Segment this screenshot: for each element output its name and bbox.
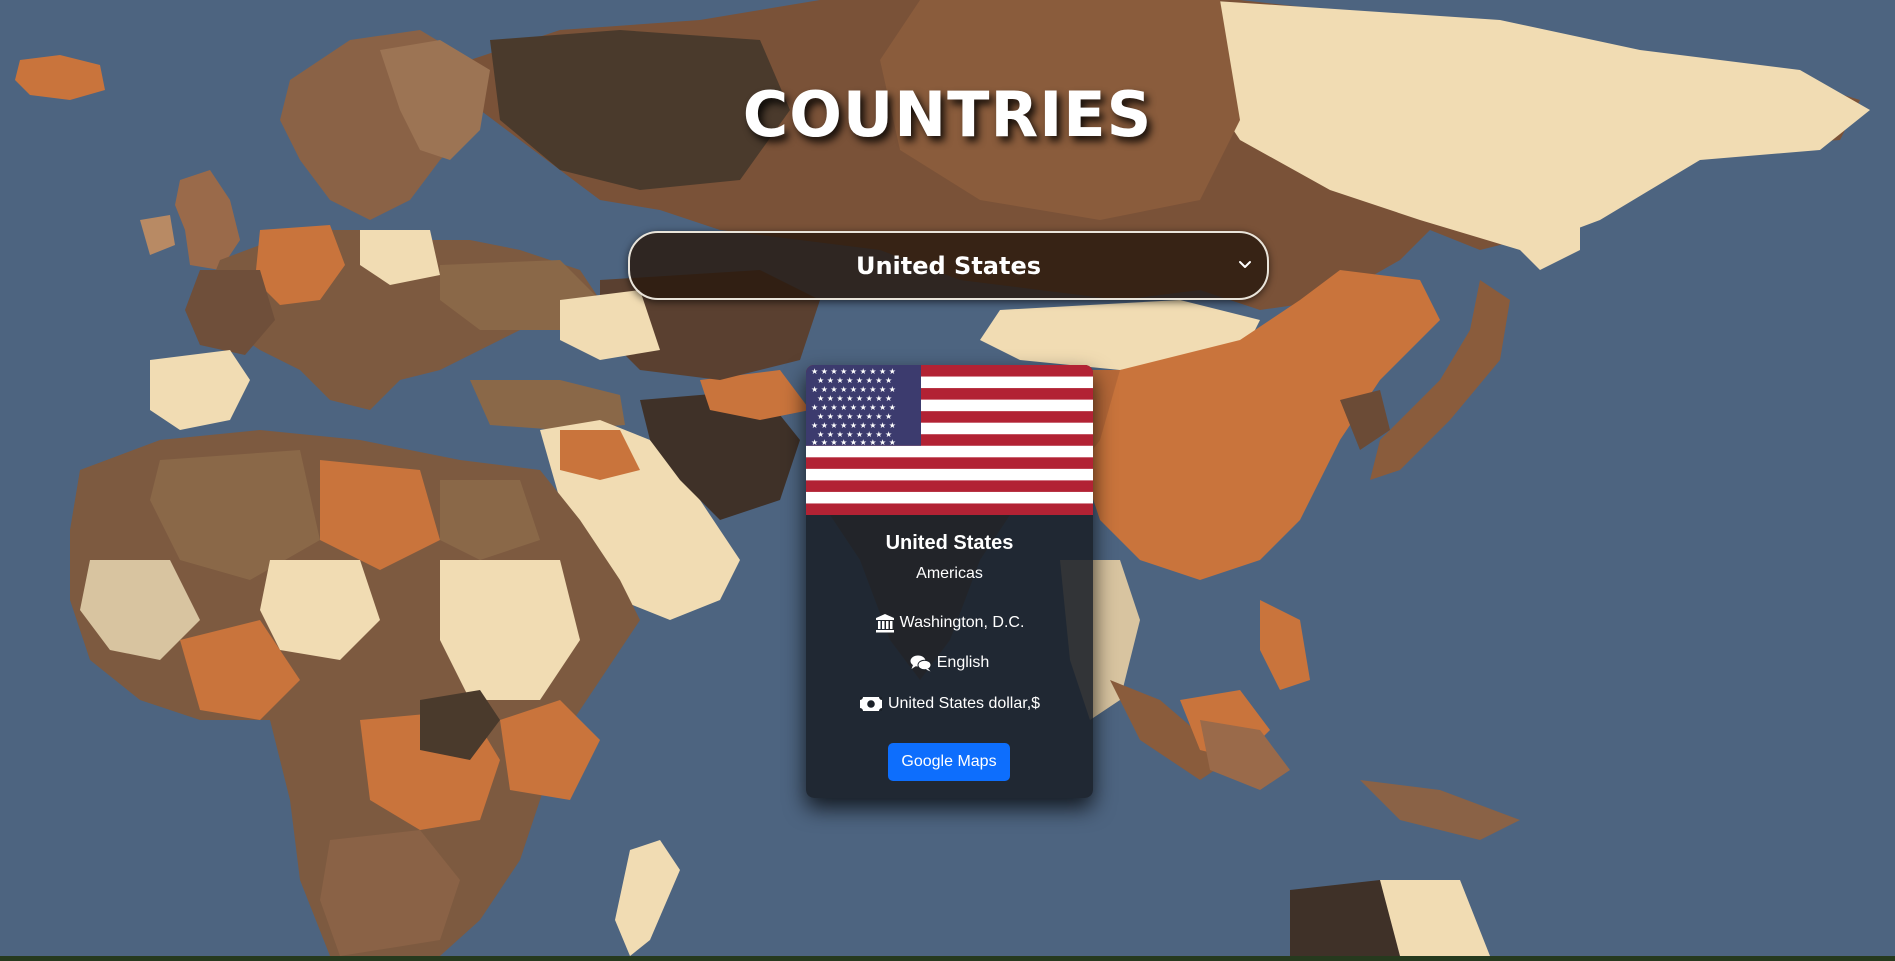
country-region: Americas bbox=[916, 565, 983, 582]
capital-text: Washington, D.C. bbox=[899, 614, 1025, 631]
language-row: English bbox=[806, 654, 1093, 672]
country-select-value: United States bbox=[855, 251, 1042, 280]
chevron-down-icon bbox=[1239, 261, 1251, 268]
currency-row: United States dollar,$ bbox=[806, 695, 1093, 713]
currency-text: United States dollar,$ bbox=[887, 695, 1041, 712]
capital-row: Washington, D.C. bbox=[806, 613, 1093, 633]
svg-text:★ ★ ★ ★ ★ ★ ★ ★: ★ ★ ★ ★ ★ ★ ★ ★ bbox=[817, 394, 892, 403]
money-bill-icon bbox=[859, 697, 882, 711]
country-card: ★ ★ ★ ★ ★ ★ ★ ★ ★ ★ ★ ★ ★ ★ ★ ★ ★ ★ ★ ★ … bbox=[806, 365, 1093, 798]
svg-text:★ ★ ★ ★ ★ ★ ★ ★: ★ ★ ★ ★ ★ ★ ★ ★ bbox=[817, 376, 892, 385]
svg-text:★ ★ ★ ★ ★ ★ ★ ★ ★: ★ ★ ★ ★ ★ ★ ★ ★ ★ bbox=[811, 403, 896, 412]
svg-text:★ ★ ★ ★ ★ ★ ★ ★ ★: ★ ★ ★ ★ ★ ★ ★ ★ ★ bbox=[811, 385, 896, 394]
us-flag-icon: ★ ★ ★ ★ ★ ★ ★ ★ ★ ★ ★ ★ ★ ★ ★ ★ ★ ★ ★ ★ … bbox=[806, 365, 1093, 515]
svg-text:★ ★ ★ ★ ★ ★ ★ ★: ★ ★ ★ ★ ★ ★ ★ ★ bbox=[817, 412, 892, 421]
svg-text:★ ★ ★ ★ ★ ★ ★ ★ ★: ★ ★ ★ ★ ★ ★ ★ ★ ★ bbox=[811, 421, 896, 430]
language-text: English bbox=[936, 654, 990, 671]
page-title: COUNTRIES bbox=[742, 78, 1153, 151]
svg-text:★ ★ ★ ★ ★ ★ ★ ★ ★: ★ ★ ★ ★ ★ ★ ★ ★ ★ bbox=[811, 438, 896, 447]
country-select[interactable]: United States bbox=[628, 231, 1269, 300]
comments-icon bbox=[910, 655, 932, 672]
page: COUNTRIES United States ★ ★ ★ ★ ★ ★ ★ ★ … bbox=[0, 0, 1895, 961]
country-name: United States bbox=[885, 532, 1014, 554]
bottom-strip bbox=[0, 956, 1895, 961]
landmark-icon bbox=[875, 614, 894, 633]
svg-text:★ ★ ★ ★ ★ ★ ★ ★ ★: ★ ★ ★ ★ ★ ★ ★ ★ ★ bbox=[811, 367, 896, 376]
google-maps-button[interactable]: Google Maps bbox=[888, 743, 1010, 781]
